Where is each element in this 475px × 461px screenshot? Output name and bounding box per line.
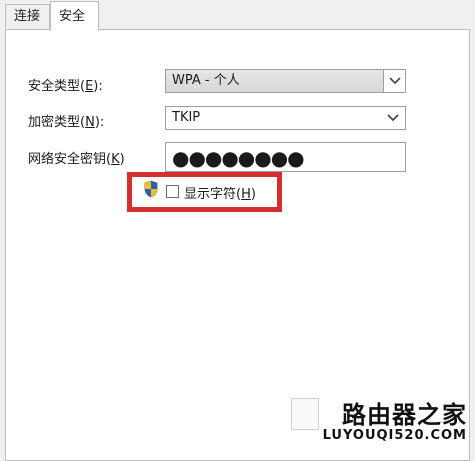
chevron-down-icon (389, 77, 401, 85)
show-characters-checkbox[interactable] (166, 185, 179, 198)
encryption-type-value: TKIP (172, 110, 201, 125)
tab-strip: 连接 安全 (0, 0, 475, 31)
uac-shield-icon (144, 180, 158, 198)
watermark: 路由器之家 LUYOUQI520.COM (290, 398, 467, 443)
security-type-value: WPA - 个人 (172, 73, 240, 88)
encryption-type-select[interactable]: TKIP (165, 106, 406, 130)
security-type-label: 安全类型(E): (28, 79, 103, 94)
show-characters-label[interactable]: 显示字符(H) (184, 183, 256, 202)
encryption-type-label: 加密类型(N): (28, 115, 105, 130)
chevron-down-icon (387, 114, 399, 122)
watermark-brand: 路由器之家 (342, 401, 467, 429)
network-key-label: 网络安全密钥(K) (28, 152, 125, 167)
security-type-select[interactable]: WPA - 个人 (165, 69, 406, 93)
tab-security[interactable]: 安全 (50, 1, 99, 31)
watermark-logo (290, 398, 319, 430)
security-type-dropdown-button[interactable] (383, 70, 405, 92)
network-key-value: ●●●●●●●● (172, 146, 305, 170)
network-key-input[interactable]: ●●●●●●●● (165, 142, 406, 172)
watermark-url: LUYOUQI520.COM (322, 428, 467, 443)
tab-connection[interactable]: 连接 (5, 4, 50, 28)
